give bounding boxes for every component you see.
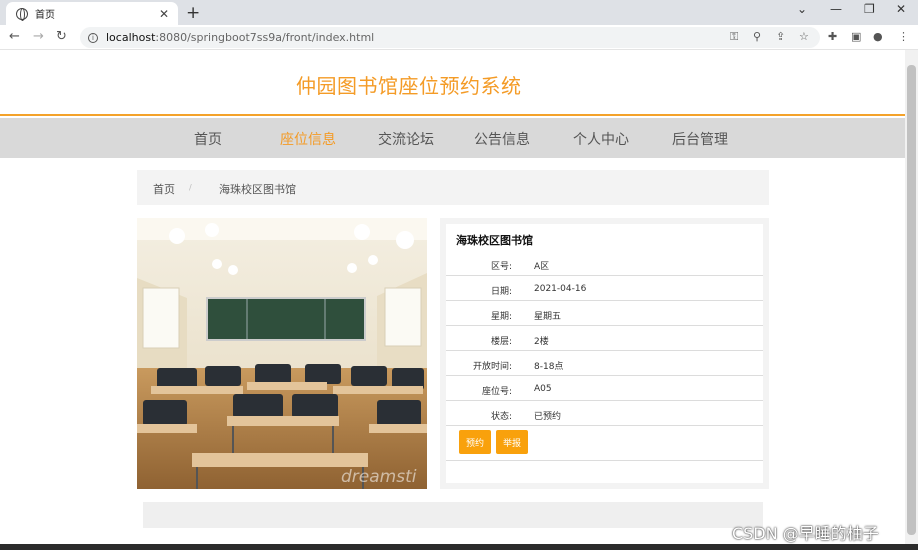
field-row-floor: 楼层: 2楼 <box>446 326 763 351</box>
close-window-icon[interactable]: ✕ <box>896 2 906 16</box>
new-tab-icon[interactable]: + <box>186 3 200 23</box>
field-label: 日期: <box>490 287 512 297</box>
nav-admin[interactable]: 后台管理 <box>672 129 728 149</box>
key-icon[interactable]: ⚿ <box>730 30 738 44</box>
field-label: 区号: <box>490 262 512 272</box>
field-value: 2021-04-16 <box>534 284 587 294</box>
field-value: 2楼 <box>534 337 549 347</box>
site-info-icon[interactable]: i <box>88 32 98 43</box>
library-photo: dreamsti <box>137 218 427 489</box>
reload-icon[interactable]: ↻ <box>56 29 67 44</box>
profile-avatar-icon[interactable]: ● <box>873 30 883 43</box>
scrollbar-thumb[interactable] <box>907 65 916 535</box>
nav-announcements[interactable]: 公告信息 <box>474 129 530 149</box>
field-value: A区 <box>534 262 550 272</box>
share-icon[interactable]: ⇪ <box>776 30 785 43</box>
site-header: 仲园图书馆座位预约系统 <box>0 50 905 116</box>
nav-seat-info[interactable]: 座位信息 <box>280 129 336 149</box>
os-taskbar <box>0 544 918 550</box>
bookmark-star-icon[interactable]: ☆ <box>799 30 809 43</box>
tab-search-icon[interactable]: ⌄ <box>797 2 807 16</box>
seat-detail-card: 海珠校区图书馆 区号: A区 日期: 2021-04-16 星期: 星期五 楼层: 2楼… <box>446 224 763 483</box>
breadcrumb: 首页 / 海珠校区图书馆 <box>137 170 769 205</box>
zoom-icon[interactable]: ⚲ <box>753 30 761 43</box>
globe-icon <box>16 7 28 21</box>
field-row-seat-number: 座位号: A05 <box>446 376 763 401</box>
browser-toolbar: ← → ↻ i localhost:8080/springboot7ss9a/f… <box>0 25 918 50</box>
field-label: 星期: <box>490 312 512 322</box>
menu-kebab-icon[interactable]: ⋮ <box>898 30 909 43</box>
tab-title: 首页 <box>35 10 55 21</box>
breadcrumb-home[interactable]: 首页 <box>153 181 175 197</box>
field-value: 8-18点 <box>534 362 564 372</box>
library-name: 海珠校区图书馆 <box>456 234 533 247</box>
main-nav: 首页 座位信息 交流论坛 公告信息 个人中心 后台管理 <box>0 118 905 158</box>
field-row-hours: 开放时间: 8-18点 <box>446 351 763 376</box>
close-tab-icon[interactable]: ✕ <box>159 7 169 21</box>
field-label: 状态: <box>490 412 512 422</box>
browser-tab-strip: 首页 ✕ + ⌄ — ❐ ✕ <box>0 0 918 25</box>
field-value: A05 <box>534 384 552 394</box>
breadcrumb-current: 海珠校区图书馆 <box>219 183 296 196</box>
footer-bar <box>143 502 763 528</box>
csdn-watermark: CSDN @早睡的柚子 <box>732 524 879 543</box>
reserve-button[interactable]: 预约 <box>459 430 491 454</box>
field-label: 开放时间: <box>472 362 512 372</box>
address-bar[interactable]: i localhost:8080/springboot7ss9a/front/i… <box>80 27 820 48</box>
seat-detail-panel: 海珠校区图书馆 区号: A区 日期: 2021-04-16 星期: 星期五 楼层: 2楼… <box>440 218 769 489</box>
page: 仲园图书馆座位预约系统 首页 座位信息 交流论坛 公告信息 个人中心 后台管理 … <box>0 50 905 550</box>
breadcrumb-separator: / <box>189 183 192 192</box>
field-value: 星期五 <box>534 312 562 322</box>
report-button[interactable]: 举报 <box>496 430 528 454</box>
nav-personal-center[interactable]: 个人中心 <box>573 129 629 149</box>
restore-icon[interactable]: ❐ <box>864 2 875 16</box>
nav-forum[interactable]: 交流论坛 <box>378 129 434 149</box>
field-row-date: 日期: 2021-04-16 <box>446 276 763 301</box>
field-row-weekday: 星期: 星期五 <box>446 301 763 326</box>
page-scrollbar[interactable] <box>905 50 918 550</box>
field-row-status: 状态: 已预约 <box>446 401 763 426</box>
field-label: 座位号: <box>481 387 512 397</box>
side-panel-icon[interactable]: ▣ <box>851 30 861 43</box>
field-label: 楼层: <box>490 337 512 347</box>
minimize-icon[interactable]: — <box>830 2 842 16</box>
forward-icon[interactable]: → <box>33 29 44 44</box>
browser-tab[interactable]: 首页 ✕ <box>6 2 178 25</box>
svg-text:dreamsti: dreamsti <box>341 467 417 487</box>
extensions-icon[interactable]: ✚ <box>828 30 837 43</box>
divider <box>446 460 763 461</box>
field-value: 已预约 <box>534 412 562 422</box>
nav-home[interactable]: 首页 <box>194 129 222 149</box>
back-icon[interactable]: ← <box>9 29 20 44</box>
site-title: 仲园图书馆座位预约系统 <box>296 74 522 98</box>
url-text: localhost:8080/springboot7ss9a/front/ind… <box>106 31 375 44</box>
field-row-zone: 区号: A区 <box>446 251 763 276</box>
